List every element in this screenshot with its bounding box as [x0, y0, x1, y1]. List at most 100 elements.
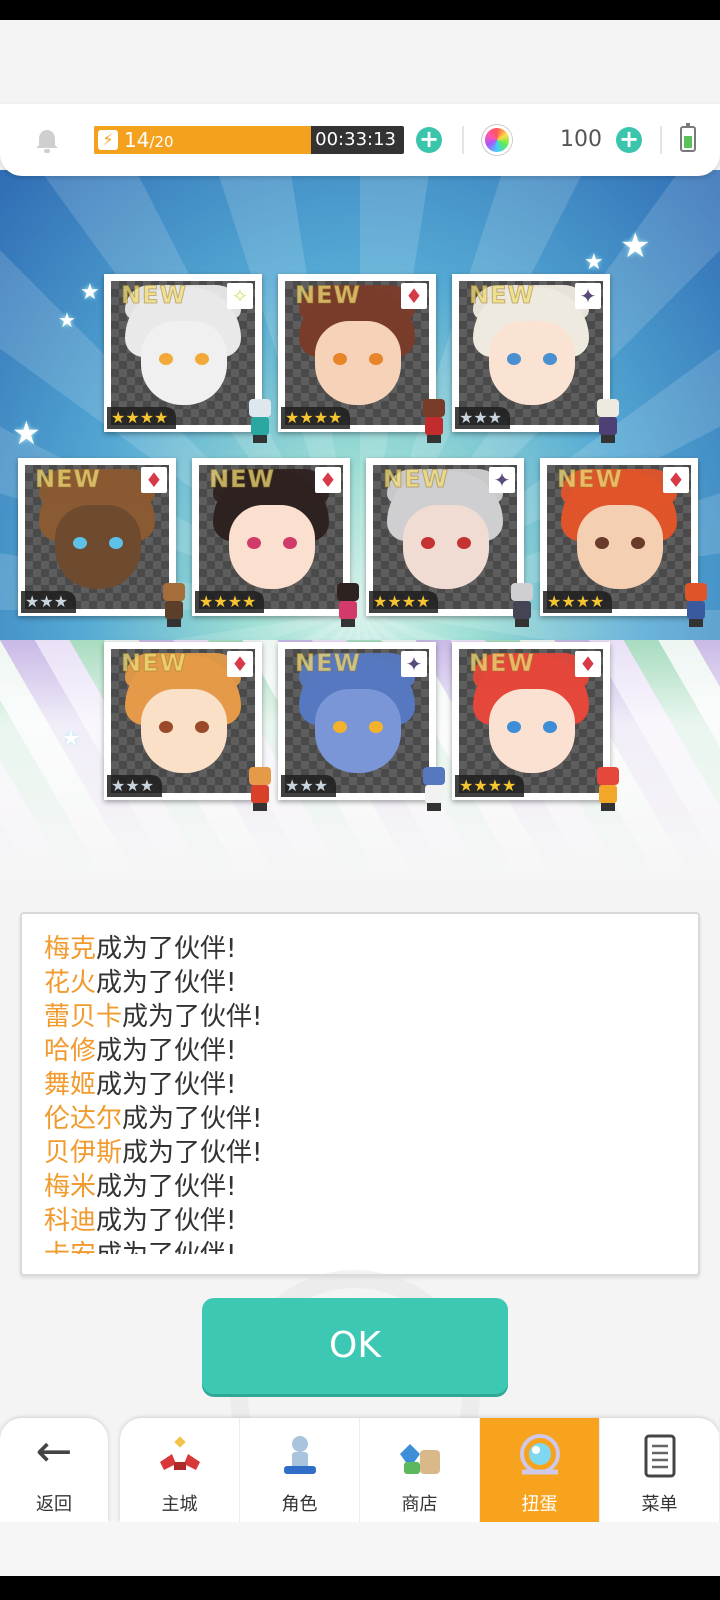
tab-menu[interactable]: 菜单: [600, 1418, 720, 1522]
log-line: 舞姬成为了伙伴!: [44, 1068, 688, 1102]
tab-label: 菜单: [641, 1494, 678, 1515]
rarity-stars: ★★★★: [543, 591, 613, 613]
fire-element-icon: ♦: [141, 467, 167, 493]
log-text: 成为了伙伴!: [122, 1104, 263, 1134]
gacha-result-scene: ★ ★ ★ ★ ★ ★ NEW ✧ ★★★★ NEW ♦ ★★★★ NEW ✦ ★★★ NEW ♦ ★…: [0, 170, 720, 880]
character-card[interactable]: NEW ✧ ★★★★: [104, 274, 271, 443]
log-text: 成为了伙伴!: [96, 968, 237, 998]
bell-icon[interactable]: [34, 128, 60, 154]
rarity-stars: ★★★★: [455, 775, 525, 797]
gem-count: 100: [560, 127, 602, 152]
log-text: 成为了伙伴!: [96, 1240, 236, 1254]
character-card[interactable]: NEW ♦ ★★★★: [452, 642, 619, 811]
log-text: 成为了伙伴!: [96, 1070, 237, 1100]
pixel-sprite: [417, 399, 451, 443]
new-badge: NEW: [469, 281, 535, 310]
stamina-timer: 00:33:13: [315, 129, 396, 150]
log-line: 贝伊斯成为了伙伴!: [44, 1136, 688, 1170]
fire-element-icon: ♦: [401, 283, 427, 309]
character-card[interactable]: NEW ♦ ★★★: [18, 458, 185, 627]
log-line: 梅米成为了伙伴!: [44, 1170, 688, 1204]
pixel-sprite: [243, 399, 277, 443]
menu-icon: [636, 1432, 684, 1480]
log-text: 成为了伙伴!: [96, 934, 237, 964]
character-card[interactable]: NEW ♦ ★★★★: [192, 458, 359, 627]
rarity-stars: ★★★★: [195, 591, 265, 613]
shop-icon: [396, 1432, 444, 1480]
tab-label: 商店: [401, 1494, 438, 1515]
character-card[interactable]: NEW ✦ ★★★: [278, 642, 445, 811]
fire-element-icon: ♦: [227, 651, 253, 677]
lightning-icon: ⚡: [98, 130, 118, 150]
log-line: 蕾贝卡成为了伙伴!: [44, 1000, 688, 1034]
system-nav-bar: [0, 1576, 720, 1600]
character-card[interactable]: NEW ♦ ★★★: [104, 642, 271, 811]
nav-underbar: [0, 1522, 720, 1576]
light-element-icon: ✧: [227, 283, 253, 309]
new-badge: NEW: [121, 281, 187, 310]
rarity-stars: ★★★: [455, 407, 511, 429]
character-name: 花火: [44, 968, 97, 998]
log-line: 花火成为了伙伴!: [44, 966, 688, 1000]
log-text: 成为了伙伴!: [96, 1036, 237, 1066]
log-line: 科迪成为了伙伴!: [44, 1204, 688, 1238]
ok-button[interactable]: OK: [202, 1298, 508, 1394]
gacha-icon: [516, 1432, 564, 1480]
character-card[interactable]: NEW ✦ ★★★★: [366, 458, 533, 627]
character-name: 梅米: [44, 1172, 97, 1202]
character-name: 哈修: [44, 1036, 97, 1066]
fire-element-icon: ♦: [575, 651, 601, 677]
tab-label: 主城: [161, 1494, 198, 1515]
character-card[interactable]: NEW ✦ ★★★: [452, 274, 619, 443]
sparkle-star: ★: [80, 280, 100, 305]
rarity-stars: ★★★: [21, 591, 77, 613]
log-line: 伦达尔成为了伙伴!: [44, 1102, 688, 1136]
dark-element-icon: ✦: [575, 283, 601, 309]
log-text: 成为了伙伴!: [122, 1002, 263, 1032]
nav-tabs: 主城 角色 商店 扭蛋 菜单: [120, 1418, 720, 1522]
battery-icon: [680, 123, 696, 152]
character-name: 梅克: [44, 934, 97, 964]
character-name: 蕾贝卡: [44, 1002, 123, 1032]
stamina-current: 14: [124, 128, 150, 152]
result-log[interactable]: 梅克成为了伙伴! 花火成为了伙伴! 蕾贝卡成为了伙伴! 哈修成为了伙伴! 舞姬成为了伙伴…: [20, 912, 700, 1276]
rarity-stars: ★★★: [281, 775, 337, 797]
arrow-left-icon: ←: [35, 1426, 73, 1477]
sparkle-star: ★: [584, 250, 604, 275]
dark-element-icon: ✦: [401, 651, 427, 677]
log-text: 成为了伙伴!: [96, 1206, 237, 1236]
tab-label: 扭蛋: [521, 1494, 558, 1515]
add-stamina-button[interactable]: +: [416, 127, 442, 153]
dark-element-icon: ✦: [489, 467, 515, 493]
result-log-lines: 梅克成为了伙伴! 花火成为了伙伴! 蕾贝卡成为了伙伴! 哈修成为了伙伴! 舞姬成为了伙伴…: [44, 932, 688, 1254]
bottom-nav: ← 返回 主城 角色 商店 扭蛋 菜单: [0, 1418, 720, 1522]
stamina-value: 14/20: [124, 128, 174, 154]
pixel-sprite: [591, 399, 625, 443]
divider: [660, 126, 662, 154]
pixel-sprite: [417, 767, 451, 811]
new-badge: NEW: [469, 649, 535, 678]
new-badge: NEW: [121, 649, 187, 678]
character-card[interactable]: NEW ♦ ★★★★: [540, 458, 707, 627]
character-name: 贝伊斯: [44, 1138, 123, 1168]
character-icon: [276, 1432, 324, 1480]
log-line: 梅克成为了伙伴!: [44, 932, 688, 966]
new-badge: NEW: [209, 465, 275, 494]
character-name: 科迪: [44, 1206, 97, 1236]
log-text: 成为了伙伴!: [96, 1172, 237, 1202]
new-badge: NEW: [383, 465, 449, 494]
tab-label: 角色: [281, 1494, 318, 1515]
sparkle-star: ★: [62, 726, 80, 750]
tab-character[interactable]: 角色: [240, 1418, 360, 1522]
add-gems-button[interactable]: +: [616, 127, 642, 153]
top-hud: ⚡ 14/20 00:33:13 + 100 +: [0, 104, 720, 176]
stamina-max: /20: [149, 133, 174, 151]
character-name: 卡安: [44, 1240, 96, 1254]
back-button[interactable]: ← 返回: [0, 1418, 108, 1522]
fire-element-icon: ♦: [663, 467, 689, 493]
character-card[interactable]: NEW ♦ ★★★★: [278, 274, 445, 443]
tab-gacha[interactable]: 扭蛋: [480, 1418, 600, 1522]
log-line: 哈修成为了伙伴!: [44, 1034, 688, 1068]
tab-castle[interactable]: 主城: [120, 1418, 240, 1522]
tab-shop[interactable]: 商店: [360, 1418, 480, 1522]
